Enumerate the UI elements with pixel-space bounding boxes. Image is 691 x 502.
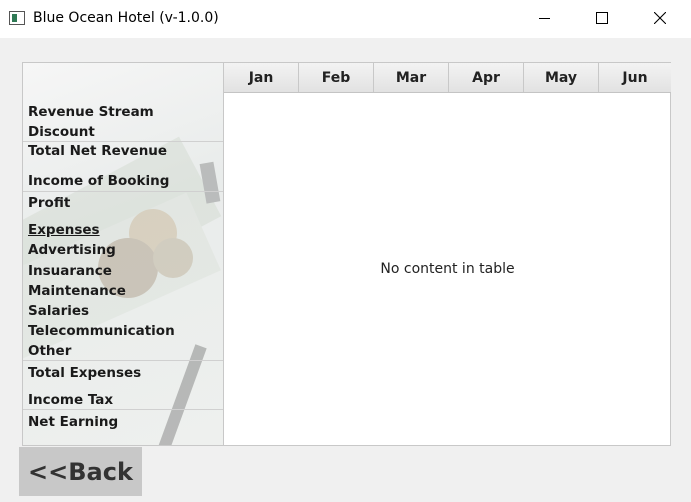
row-labels-column: Revenue Stream Discount Total Net Revenu… [23,63,223,445]
row-label-revenue-stream: Revenue Stream [28,104,154,120]
column-header-may[interactable]: May [524,63,599,92]
close-button[interactable] [637,0,683,38]
divider [23,360,223,361]
column-header-jun[interactable]: Jun [599,63,671,92]
divider [23,409,223,410]
row-label-discount: Discount [28,124,95,140]
row-label-salaries: Salaries [28,303,90,319]
maximize-button[interactable] [579,0,625,38]
close-icon [654,12,666,24]
row-label-total-net-revenue: Total Net Revenue [28,143,168,159]
empty-table-message: No content in table [380,261,515,277]
monthly-table[interactable]: Jan Feb Mar Apr May Jun No content in ta… [223,63,671,445]
back-button[interactable]: <<Back [19,447,142,496]
row-label-other: Other [28,343,72,359]
row-label-profit: Profit [28,195,71,211]
row-label-advertising: Advertising [28,242,116,258]
row-label-insurance: Insuarance [28,263,112,279]
row-label-expenses: Expenses [28,222,100,238]
app-icon [9,11,25,25]
window-title: Blue Ocean Hotel (v-1.0.0) [33,10,219,26]
column-header-feb[interactable]: Feb [299,63,374,92]
report-panel: Revenue Stream Discount Total Net Revenu… [22,62,671,446]
row-label-telecommunication: Telecommunication [28,323,175,339]
title-bar: Blue Ocean Hotel (v-1.0.0) [0,0,691,38]
table-header: Jan Feb Mar Apr May Jun [224,63,671,93]
row-label-total-expenses: Total Expenses [28,365,142,381]
minimize-button[interactable] [521,0,567,38]
column-header-mar[interactable]: Mar [374,63,449,92]
row-label-maintenance: Maintenance [28,283,126,299]
column-header-apr[interactable]: Apr [449,63,524,92]
divider [23,191,223,192]
column-header-jan[interactable]: Jan [224,63,299,92]
divider [23,141,223,142]
row-label-income-of-booking: Income of Booking [28,173,170,189]
row-label-income-tax: Income Tax [28,392,114,408]
row-label-net-earning: Net Earning [28,414,119,430]
